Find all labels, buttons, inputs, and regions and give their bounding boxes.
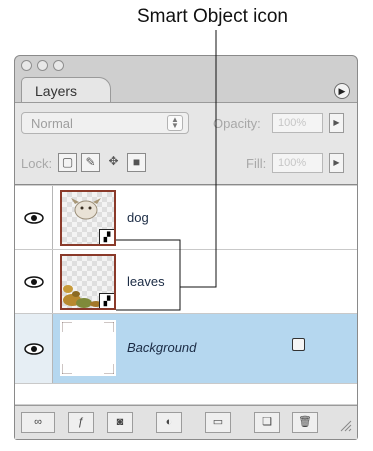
smart-object-callout-label: Smart Object icon: [137, 6, 288, 27]
new-layer-icon[interactable]: ❏: [254, 412, 280, 433]
lock-icon: [292, 338, 305, 351]
window-controls: [21, 60, 64, 71]
lock-image-pixels-icon[interactable]: ✎: [81, 153, 100, 172]
layers-list: ▗▘ dog ▗▘ leaves Background: [15, 186, 357, 404]
layer-name-dog[interactable]: dog: [127, 210, 149, 225]
visibility-eye-icon[interactable]: [15, 186, 53, 249]
layer-mask-icon[interactable]: ◙: [107, 412, 133, 433]
layer-row-dog[interactable]: ▗▘ dog: [15, 186, 357, 250]
blend-mode-value: Normal: [31, 116, 73, 131]
lock-position-icon[interactable]: ✥: [104, 153, 123, 172]
new-group-icon[interactable]: ▭: [205, 412, 231, 433]
opacity-slider-arrow-icon[interactable]: ▶: [329, 113, 344, 133]
zoom-button[interactable]: [53, 60, 64, 71]
fill-input[interactable]: 100%: [272, 153, 323, 173]
layer-thumbnail-background: [60, 320, 116, 376]
trash-icon[interactable]: 🗑: [292, 412, 318, 433]
lock-all-icon[interactable]: ■: [127, 153, 146, 172]
adjustment-layer-icon[interactable]: ◐: [156, 412, 182, 433]
tab-layers[interactable]: Layers: [21, 77, 111, 103]
layer-style-icon[interactable]: ƒ: [68, 412, 94, 433]
layers-bottom-toolbar: ∞ ƒ ◙ ◐ ▭ ❏ 🗑: [15, 405, 357, 439]
smart-object-icon: ▗▘: [99, 229, 114, 244]
close-button[interactable]: [21, 60, 32, 71]
blend-mode-select[interactable]: Normal ▲ ▼: [21, 112, 189, 134]
visibility-eye-icon[interactable]: [15, 314, 53, 383]
panel-menu-icon[interactable]: ▶: [334, 83, 350, 99]
lock-transparent-pixels-icon[interactable]: ▢: [58, 153, 77, 172]
layer-options-bar: Normal ▲ ▼ Opacity: 100% ▶ Lock: ▢ ✎ ✥ ■ …: [15, 102, 357, 185]
fill-slider-arrow-icon[interactable]: ▶: [329, 153, 344, 173]
layer-row-background[interactable]: Background: [15, 314, 357, 384]
fill-label: Fill:: [246, 156, 267, 171]
resize-grip-icon[interactable]: [338, 418, 352, 432]
link-layers-icon[interactable]: ∞: [21, 412, 55, 433]
layer-name-background[interactable]: Background: [127, 340, 196, 355]
layer-thumbnail-leaves: ▗▘: [60, 254, 116, 310]
layer-row-leaves[interactable]: ▗▘ leaves: [15, 250, 357, 314]
minimize-button[interactable]: [37, 60, 48, 71]
smart-object-icon: ▗▘: [99, 293, 114, 308]
lock-label: Lock:: [21, 156, 53, 171]
layer-name-leaves[interactable]: leaves: [127, 274, 165, 289]
layers-panel: Layers ▶ Normal ▲ ▼ Opacity: 100% ▶ Lock:…: [14, 55, 358, 440]
chevron-updown-icon: ▲ ▼: [167, 115, 183, 131]
opacity-label: Opacity:: [213, 116, 261, 131]
visibility-eye-icon[interactable]: [15, 250, 53, 313]
layer-thumbnail-dog: ▗▘: [60, 190, 116, 246]
opacity-input[interactable]: 100%: [272, 113, 323, 133]
